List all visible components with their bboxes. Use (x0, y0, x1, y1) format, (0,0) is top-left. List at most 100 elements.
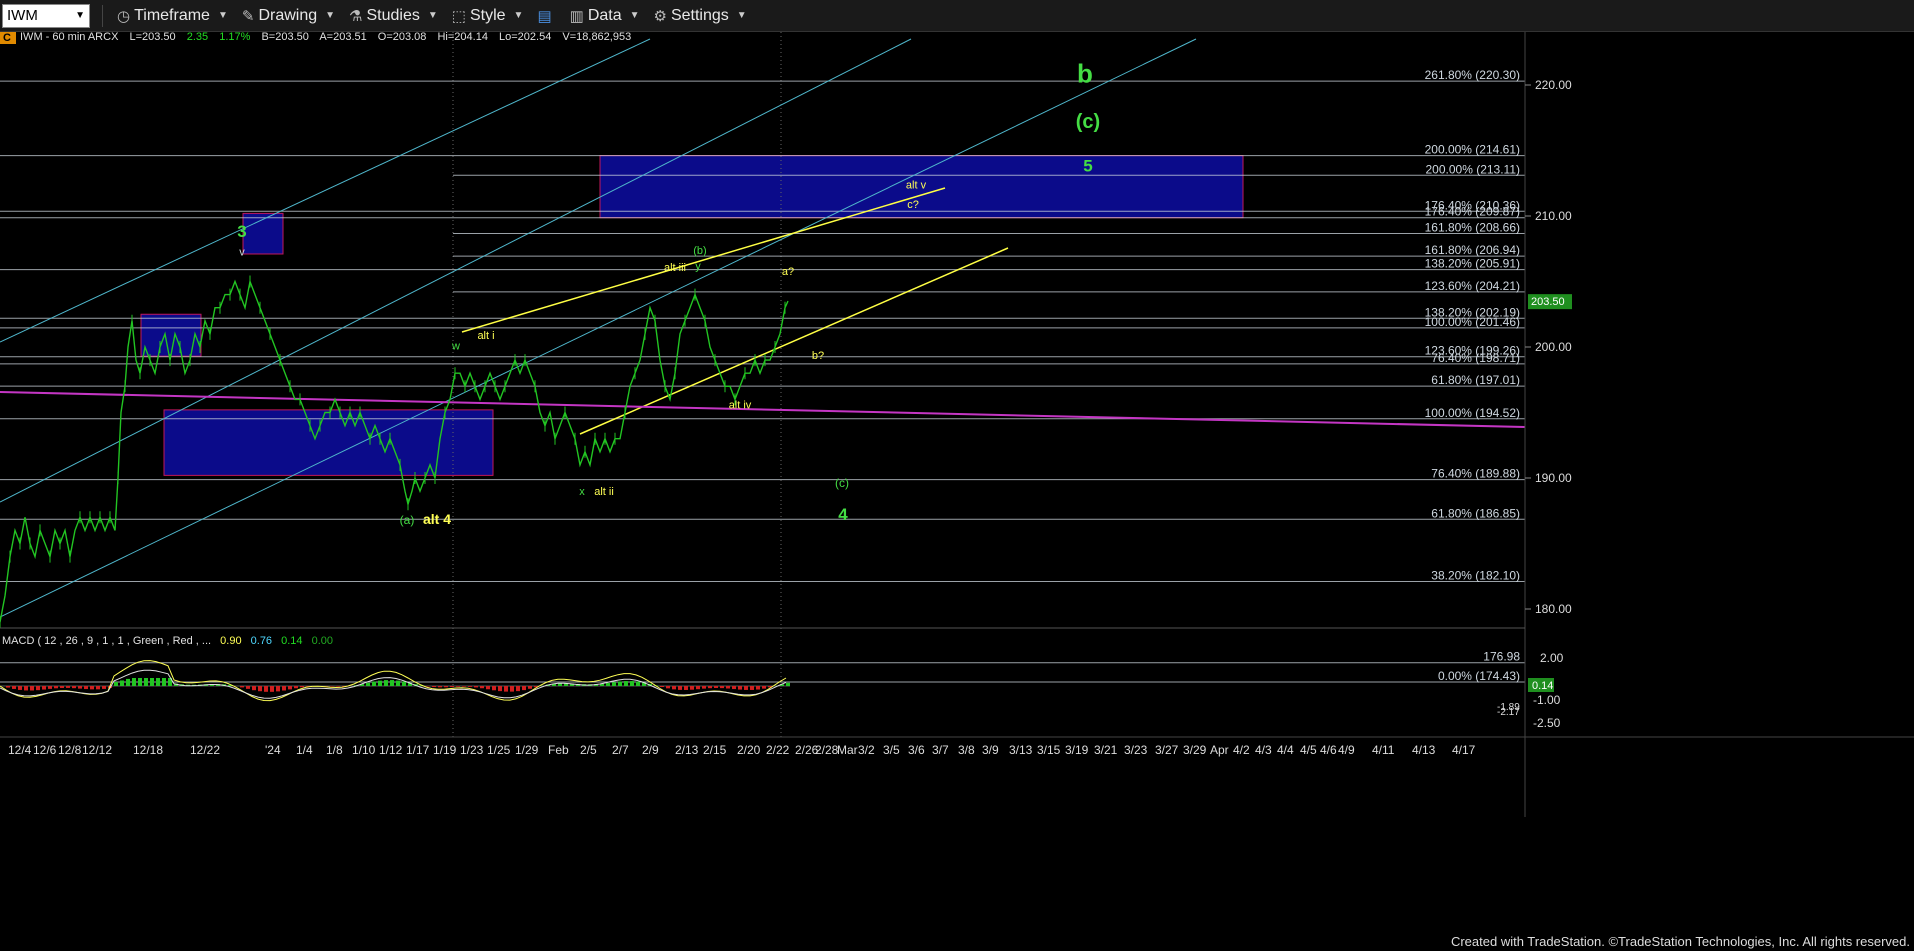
price-tick-label: 210.00 (1535, 209, 1572, 223)
last-price-label: 203.50 (1531, 296, 1565, 308)
wave-label: 5 (1083, 156, 1092, 175)
macd-histogram-bar (726, 686, 730, 689)
macd-histogram-bar (264, 686, 268, 692)
macd-histogram-bar (18, 686, 22, 690)
time-axis-label: 2/5 (580, 743, 597, 757)
macd-histogram-bar (300, 686, 304, 688)
macd-histogram-bar (762, 686, 766, 689)
macd-histogram-bar (120, 680, 124, 686)
macd-histogram-bar (6, 686, 10, 688)
price-chart[interactable]: 261.80% (220.30) 200.00% (214.61) 200.00% … (0, 32, 1914, 925)
macd-histogram-bar (492, 686, 496, 691)
macd-histogram-bar (96, 686, 100, 690)
settings-menu[interactable]: ⚙ Settings ▼ (654, 7, 747, 25)
time-axis-label: 12/18 (133, 743, 163, 757)
drawing-label: Drawing (258, 6, 318, 24)
fib-level-label: 76.40% (189.88) (1431, 467, 1520, 481)
macd-histogram-bar (612, 682, 616, 686)
time-axis-label: 1/17 (406, 743, 430, 757)
layout-icon: ▤ (537, 7, 552, 25)
macd-histogram-bar (378, 680, 382, 686)
fib-level-label: 61.80% (197.01) (1431, 373, 1520, 387)
chevron-down-icon: ▼ (75, 10, 85, 21)
fib-level-label: 138.20% (205.91) (1425, 257, 1520, 271)
time-axis-label: 4/17 (1452, 743, 1476, 757)
macd-histogram-bar (708, 686, 712, 689)
symbol-selector[interactable]: IWM ▼ (2, 3, 90, 28)
time-axis-label: 3/19 (1065, 743, 1089, 757)
wave-label: (c) (835, 476, 849, 490)
chevron-down-icon: ▼ (736, 10, 747, 21)
macd-signal-value: 0.76 (251, 635, 272, 647)
studies-menu[interactable]: ⚗ Studies ▼ (349, 7, 438, 25)
time-axis-label: 12/12 (82, 743, 112, 757)
wave-label: 3 (237, 222, 246, 241)
time-axis-label: 3/6 (908, 743, 925, 757)
wave-label: alt v (906, 179, 927, 191)
macd-histogram-bar (72, 686, 76, 689)
wave-label: a? (782, 266, 794, 278)
chevron-down-icon: ▼ (427, 10, 438, 21)
fib-level-label: 61.80% (186.85) (1431, 506, 1520, 520)
wave-label: b? (812, 350, 824, 362)
layout-button[interactable]: ▤ (537, 7, 555, 25)
price-tick-label: 220.00 (1535, 78, 1572, 92)
time-axis-label: Apr (1210, 743, 1229, 757)
data-menu[interactable]: ▥ Data ▼ (570, 7, 640, 25)
macd-histogram-bar (714, 686, 718, 689)
macd-histogram-bar (672, 686, 676, 690)
wave-label: b (1077, 58, 1093, 88)
fib-level-label: 123.60% (204.21) (1425, 279, 1520, 293)
macd-histogram-bar (270, 686, 274, 692)
wave-label: (b) (693, 245, 706, 257)
time-axis-label: 1/4 (296, 743, 313, 757)
fib-level-label: 0.00% (174.43) (1438, 669, 1520, 683)
style-menu[interactable]: ⬚ Style ▼ (452, 7, 524, 25)
time-axis-label: 2/7 (612, 743, 629, 757)
macd-header: MACD ( 12 , 26 , 9 , 1 , 1 , Green , Red… (2, 635, 333, 647)
toolbar: IWM ▼ ◷ Timeframe ▼ ✎ Drawing ▼ ⚗ Studie… (0, 0, 1914, 32)
drawing-menu[interactable]: ✎ Drawing ▼ (242, 7, 335, 25)
time-axis-label: 1/23 (460, 743, 484, 757)
macd-value: 0.90 (220, 635, 241, 647)
symbol-value: IWM (7, 7, 38, 24)
time-axis-label: 3/13 (1009, 743, 1033, 757)
fib-level-label: 100.00% (201.46) (1425, 315, 1520, 329)
fib-level-label: 38.20% (182.10) (1431, 568, 1520, 582)
macd-label: MACD ( 12 , 26 , 9 , 1 , 1 , Green , Red… (2, 635, 211, 647)
footer-credit: Created with TradeStation. ©TradeStation… (1450, 934, 1910, 949)
time-axis-label: 4/2 (1233, 743, 1250, 757)
macd-histogram-bar (456, 686, 460, 687)
chevron-down-icon: ▼ (513, 10, 524, 21)
time-axis-label: 4/5 (1300, 743, 1317, 757)
pencil-icon: ✎ (241, 7, 255, 25)
time-axis-label: 1/12 (379, 743, 403, 757)
macd-histogram-bar (504, 686, 508, 692)
wave-label: alt 4 (423, 511, 451, 527)
macd-histogram-bar (144, 678, 148, 686)
macd-histogram-bar (438, 686, 442, 688)
macd-tick-neg25: -2.50 (1533, 716, 1561, 730)
macd-histogram-bar (750, 686, 754, 690)
macd-tick-2: 2.00 (1540, 651, 1564, 665)
macd-histogram-bar (624, 681, 628, 686)
macd-histogram-bar (630, 681, 634, 686)
wave-label: (c) (1076, 111, 1100, 133)
time-axis-label: 2/13 (675, 743, 699, 757)
macd-histogram-bar (24, 686, 28, 691)
macd-histogram-bar (36, 686, 40, 691)
fib-level-label: 161.80% (208.66) (1425, 221, 1520, 235)
time-axis-label: 4/13 (1412, 743, 1436, 757)
macd-histogram-bar (432, 686, 436, 688)
macd-histogram-bar (756, 686, 760, 690)
time-axis-label: 4/4 (1277, 743, 1294, 757)
macd-histogram-bar (132, 678, 136, 686)
macd-histogram-bar (126, 678, 130, 686)
last-price: L=203.50 (129, 32, 175, 43)
macd-histogram-bar (276, 686, 280, 692)
timeframe-menu[interactable]: ◷ Timeframe ▼ (117, 7, 228, 25)
macd-histogram-bar (678, 686, 682, 690)
quote-line: IWM - 60 min ARCX L=203.50 2.35 1.17% B=… (20, 32, 631, 43)
fib-level-label: 176.98 (1483, 650, 1520, 664)
macd-histogram-bar (402, 681, 406, 686)
